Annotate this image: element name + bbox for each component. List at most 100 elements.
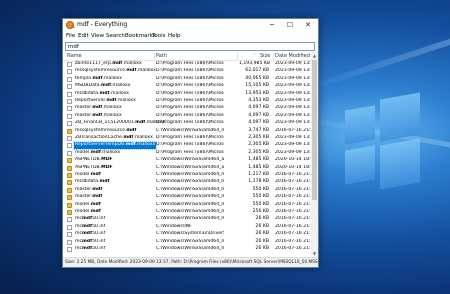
file-path: D:\Program Files (x86)\Microsoft SQL Se.… [156,98,224,103]
file-size: 2,305 KB [248,135,269,140]
table-row[interactable]: ASPNETDB.MDF C:\Windows\WinSxS\amd64_aspn… [63,165,311,172]
results-list: zbinte1117_erp.mdf.malloxx D:\Program Fil… [63,61,311,257]
file-date-modified: 2023-09-09 13:37 [275,68,311,74]
wallpaper-window-pane [345,145,375,185]
table-row[interactable]: model.mdf C:\Windows\WinSxS\amd64_microso… [63,202,311,209]
file-size: 1,178 KB [248,179,269,185]
table-row[interactable]: model.mdf C:\Windows\WinSxS\amd64_microso… [63,172,311,179]
database-file-icon [67,165,72,171]
table-row[interactable]: ReportServer.mdf.malloxx D:\Program Files… [63,98,311,105]
file-date-modified: 2023-09-09 13:37 [275,142,311,148]
table-row[interactable]: ZBTransactionCache.mdf.malloxx D:\Program… [63,135,311,142]
column-header: Name Path ^ Size Date Modified [63,52,311,61]
file-date-modified: 2016-07-16 21:29 [275,201,311,207]
file-path: D:\Program Files (x86)\Microsoft SQL Se.… [156,68,224,74]
file-path: D:\Program Files (x86)\Microsoft SQL Se.… [156,90,224,96]
table-row[interactable]: mcmdf50.inf C:\Windows\WinSxS\amd64_micro… [63,246,311,253]
file-size: 26 KB [255,216,269,222]
table-row[interactable]: master.mdf.malloxx D:\Program Files (x86)… [63,105,311,112]
close-button[interactable]: ✕ [299,19,317,31]
wallpaper-window-pane [380,138,420,190]
column-divider[interactable] [273,53,274,60]
menu-view[interactable]: View [91,31,104,41]
wallpaper-light-beam [303,33,450,93]
scroll-up-arrow-icon[interactable]: ▲ [311,52,318,59]
scroll-down-arrow-icon[interactable]: ▼ [311,250,318,257]
file-name: ASPNETDB.MDF [75,164,113,170]
table-row[interactable]: mcmdf50.inf C:\Windows\System32\DriverSto… [63,231,311,238]
table-row[interactable]: mcmdf50.inf C:\Windows\WinSxS\amd64_micro… [63,239,311,246]
table-row[interactable]: ASPNETDB.MDF C:\Windows\WinSxS\amd64_aspn… [63,157,311,164]
file-path: C:\Windows\WinSxS\amd64_mdmsfmod.in... [156,216,224,222]
column-divider[interactable] [154,53,155,60]
table-row[interactable]: model.mdf C:\Windows\WinSxS\amd64_microso… [63,209,311,216]
file-size: 550 KB [252,201,269,207]
table-row[interactable]: ZB_FinanCB_1151200001.mdf.malloxx D:\Prog… [63,120,311,127]
file-date-modified: 2020-10-14 18:07 [275,164,311,170]
file-size: 1,193,985 KB [239,61,271,66]
file-name: mssqlsystemresource.mdf [75,127,137,133]
vertical-scrollbar[interactable]: ▲ ▼ [311,52,318,257]
file-date-modified: 2020-10-14 18:07 [275,157,311,163]
column-date-modified[interactable]: Date Modified [275,52,310,61]
wallpaper-window-pane [380,92,420,142]
menu-search[interactable]: Search [106,31,125,41]
file-name: zbinte1117_erp.mdf.malloxx [75,61,142,66]
table-row[interactable]: msdbdata.mdf.malloxx D:\Program Files (x8… [63,91,311,98]
file-date-modified: 2023-09-09 13:37 [275,83,311,89]
database-file-icon [67,128,72,134]
menu-tools[interactable]: Tools [152,31,166,41]
file-path: C:\Windows\System32\DriverStore\FileRe..… [156,231,224,237]
table-row[interactable]: mssqlsystemresource.mdf.malloxx D:\Progra… [63,68,311,75]
wallpaper-window-pane [345,105,375,145]
table-row[interactable]: master.mdf.malloxx D:\Program Files (x86)… [63,113,311,120]
minimize-button[interactable]: ─ [263,19,281,31]
menu-help[interactable]: Help [168,31,181,41]
file-date-modified: 2023-09-09 13:37 [275,61,311,66]
table-row[interactable]: mssqlsystemresource.mdf C:\Windows\WinSxS… [63,128,311,135]
file-name: master.mdf.malloxx [75,105,122,111]
file-date-modified: 2023-09-09 13:37 [275,75,311,81]
file-name: model.mdf.malloxx [75,149,121,155]
table-row[interactable]: master.mdf C:\Windows\WinSxS\amd64_micros… [63,194,311,201]
table-row[interactable]: templo.mdf.malloxx D:\Program Files (x86)… [63,76,311,83]
search-input[interactable]: mdf [65,42,315,51]
table-row[interactable]: mcmdf50.inf C:\Windows\WinSxS\amd64_mdmsf… [63,216,311,223]
table-row[interactable]: mcmdf50.inf C:\Windows\INF 26 KB 2016-07-16… [63,224,311,231]
database-file-icon [67,187,72,193]
maximize-button[interactable]: ☐ [281,19,299,31]
menu-edit[interactable]: Edit [78,31,89,41]
column-size[interactable]: Size [260,52,270,61]
file-date-modified: 2016-07-16 21:29 [275,209,311,214]
table-row[interactable]: master.mdf C:\Windows\WinSxS\amd64_micros… [63,187,311,194]
file-date-modified: 2016-07-16 21:19 [275,231,311,237]
table-row[interactable]: MSDBData.mdf.malloxx D:\Program Files (x8… [63,83,311,90]
table-row[interactable]: ReportServerTempDB.mdf.malloxx D:\Program… [63,141,311,150]
file-icon [67,150,72,156]
file-icon [67,239,72,245]
column-path[interactable]: Path [156,52,167,61]
table-row[interactable]: model.mdf.malloxx D:\Program Files (x86)\… [63,150,311,157]
file-date-modified: 2023-09-09 13:37 [275,120,311,126]
file-date-modified: 2016-07-16 21:19 [275,216,311,222]
column-name[interactable]: Name [67,52,82,61]
table-row[interactable]: msdbdata.mdf C:\Windows\WinSxS\amd64_micr… [63,179,311,186]
file-size: 26 KB [255,246,269,251]
sort-indicator-icon: ^ [253,53,256,57]
file-name: msdbdata.mdf.malloxx [75,90,130,96]
title-bar[interactable]: mdf - Everything ─ ☐ ✕ [63,19,318,31]
file-name: ZB_FinanCB_1151200001.mdf.malloxx [75,120,165,126]
file-size: 4,097 KB [248,120,269,126]
file-path: D:\Program Files (x86)\Microsoft SQL Se.… [156,75,224,81]
file-date-modified: 2016-07-16 21:29 [275,179,311,185]
menu-file[interactable]: File [66,31,75,41]
file-size: 26 KB [255,231,269,237]
scrollbar-thumb[interactable] [312,60,317,200]
file-date-modified: 2023-09-09 13:37 [275,112,311,118]
file-path: D:\Program Files (x86)\Microsoft SQL Se.… [156,61,224,66]
column-divider[interactable] [237,53,238,60]
file-date-modified: 2023-09-09 13:37 [275,149,311,155]
file-icon [67,99,72,104]
file-path: D:\Program Files (x86)\Microsoft SQL Se.… [156,149,224,155]
table-row[interactable]: zbinte1117_erp.mdf.malloxx D:\Program Fil… [63,61,311,68]
